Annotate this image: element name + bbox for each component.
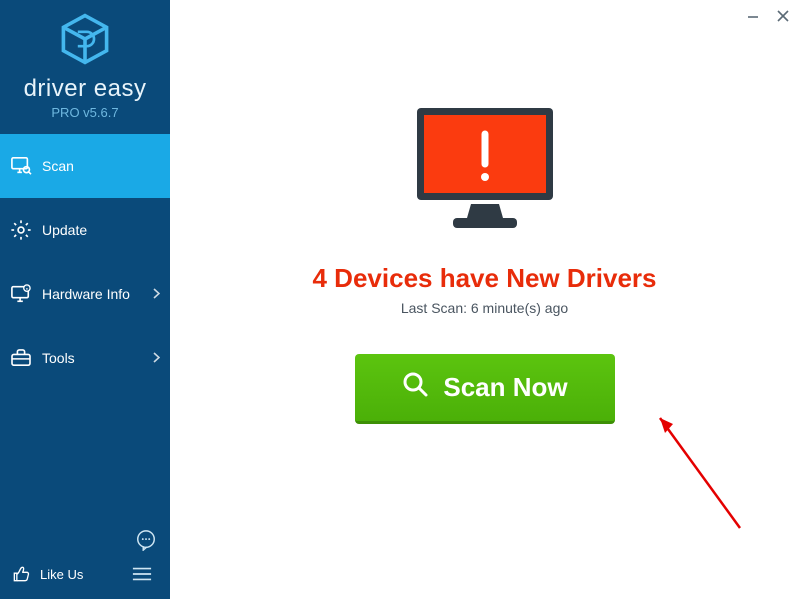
sidebar-item-hardware-info[interactable]: Hardware Info <box>0 262 170 326</box>
last-scan-text: Last Scan: 6 minute(s) ago <box>401 300 568 316</box>
sidebar: driver easy PRO v5.6.7 Scan <box>0 0 170 599</box>
toolbox-icon <box>8 349 34 367</box>
like-us-label: Like Us <box>40 567 83 582</box>
feedback-icon[interactable] <box>130 525 162 555</box>
sidebar-nav: Scan <box>0 134 170 390</box>
sidebar-item-label: Scan <box>42 158 74 174</box>
monitor-info-icon <box>8 284 34 304</box>
sidebar-bottom: Like Us <box>0 519 170 599</box>
chevron-right-icon <box>153 286 160 302</box>
scan-now-button[interactable]: Scan Now <box>355 354 615 424</box>
chevron-right-icon <box>153 350 160 366</box>
alert-monitor-icon <box>411 104 559 241</box>
sidebar-item-tools[interactable]: Tools <box>0 326 170 390</box>
logo-area: driver easy PRO v5.6.7 <box>0 0 170 134</box>
scan-content: 4 Devices have New Drivers Last Scan: 6 … <box>170 0 799 424</box>
annotation-arrow-icon <box>640 408 760 553</box>
status-heading: 4 Devices have New Drivers <box>313 263 657 294</box>
search-icon <box>401 370 429 405</box>
sidebar-item-scan[interactable]: Scan <box>0 134 170 198</box>
cube-logo-icon <box>0 12 170 71</box>
gear-icon <box>8 219 34 241</box>
thumbs-up-icon <box>8 564 34 584</box>
menu-icon[interactable] <box>126 559 158 589</box>
brand-version: PRO v5.6.7 <box>0 105 170 120</box>
monitor-search-icon <box>8 156 34 176</box>
sidebar-item-label: Update <box>42 222 87 238</box>
scan-now-label: Scan Now <box>443 372 567 403</box>
sidebar-item-label: Tools <box>42 350 75 366</box>
sidebar-item-label: Hardware Info <box>42 286 130 302</box>
like-us-button[interactable]: Like Us <box>8 555 162 589</box>
brand-name: driver easy <box>0 75 170 103</box>
sidebar-item-update[interactable]: Update <box>0 198 170 262</box>
main-panel: 4 Devices have New Drivers Last Scan: 6 … <box>170 0 799 599</box>
